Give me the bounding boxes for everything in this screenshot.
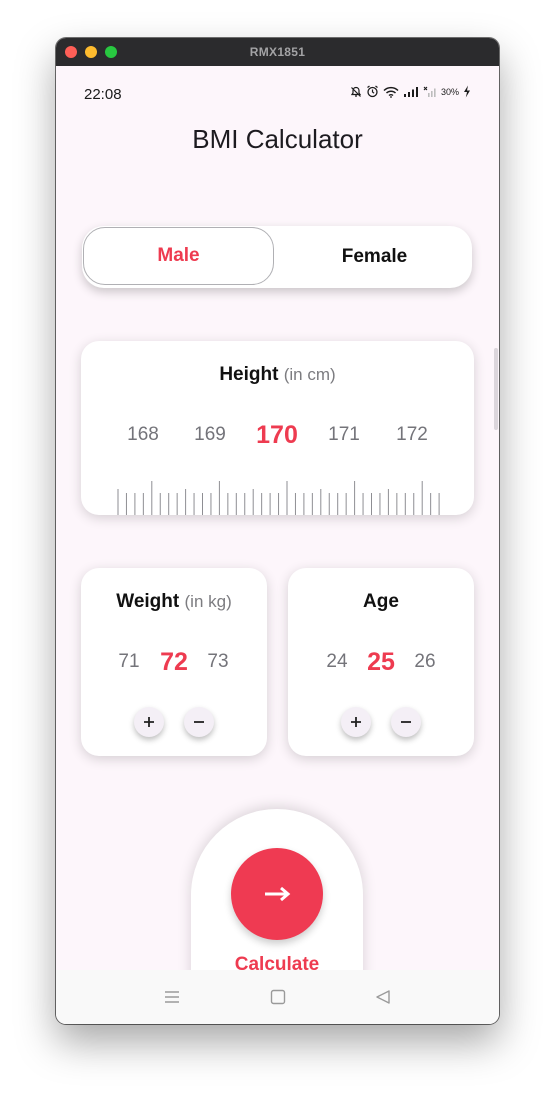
scrollbar[interactable] [494,348,498,430]
age-card: Age 24 25 26 [288,568,474,756]
weight-card: Weight (in kg) 71 72 73 [81,568,267,756]
no-signal-icon [423,86,437,98]
age-prev-value[interactable]: 24 [326,651,347,673]
app-window: RMX1851 22:08 30% BMI Calculator Male Fe… [56,38,499,1024]
title-bar: RMX1851 [56,38,499,66]
page-title: BMI Calculator [192,124,363,154]
wifi-icon [383,86,399,98]
phone-screen: 22:08 30% BMI Calculator Male Female Hei… [56,66,499,1024]
calculate-button[interactable] [231,848,323,940]
system-nav-bar [56,970,499,1024]
height-card: Height (in cm) 168 169 170 171 172 [81,341,474,515]
gender-male-option[interactable]: Male [83,227,274,285]
plus-icon [144,717,154,727]
back-triangle-icon[interactable] [372,986,394,1008]
age-next-value[interactable]: 26 [414,651,435,673]
plus-icon [351,717,361,727]
age-label: Age [363,591,399,612]
weight-unit: (in kg) [184,592,232,611]
weight-next-value[interactable]: 73 [207,651,228,673]
minus-icon [401,721,411,723]
weight-increment-button[interactable] [134,707,164,737]
gender-toggle: Male Female [82,226,472,288]
home-square-icon[interactable] [267,986,289,1008]
weight-prev-value[interactable]: 71 [118,651,139,673]
age-title: Age [288,591,474,613]
battery-charging-icon [463,85,471,98]
age-increment-button[interactable] [341,707,371,737]
arrow-right-icon [265,886,291,902]
weight-selected-value: 72 [160,648,188,676]
age-selected-value: 25 [367,648,395,676]
weight-label: Weight [116,591,180,612]
status-icons: 30% [350,85,471,98]
weight-title: Weight (in kg) [81,591,267,613]
height-ruler[interactable] [81,341,474,515]
menu-icon[interactable] [161,986,183,1008]
battery-percent: 30% [440,86,459,97]
signal-icon [403,86,419,98]
window-title: RMX1851 [249,45,306,59]
mute-bell-icon [350,86,362,98]
minus-icon [194,721,204,723]
weight-decrement-button[interactable] [184,707,214,737]
alarm-icon [366,85,379,98]
age-decrement-button[interactable] [391,707,421,737]
status-time: 22:08 [84,86,122,103]
gender-female-option[interactable]: Female [277,226,472,288]
